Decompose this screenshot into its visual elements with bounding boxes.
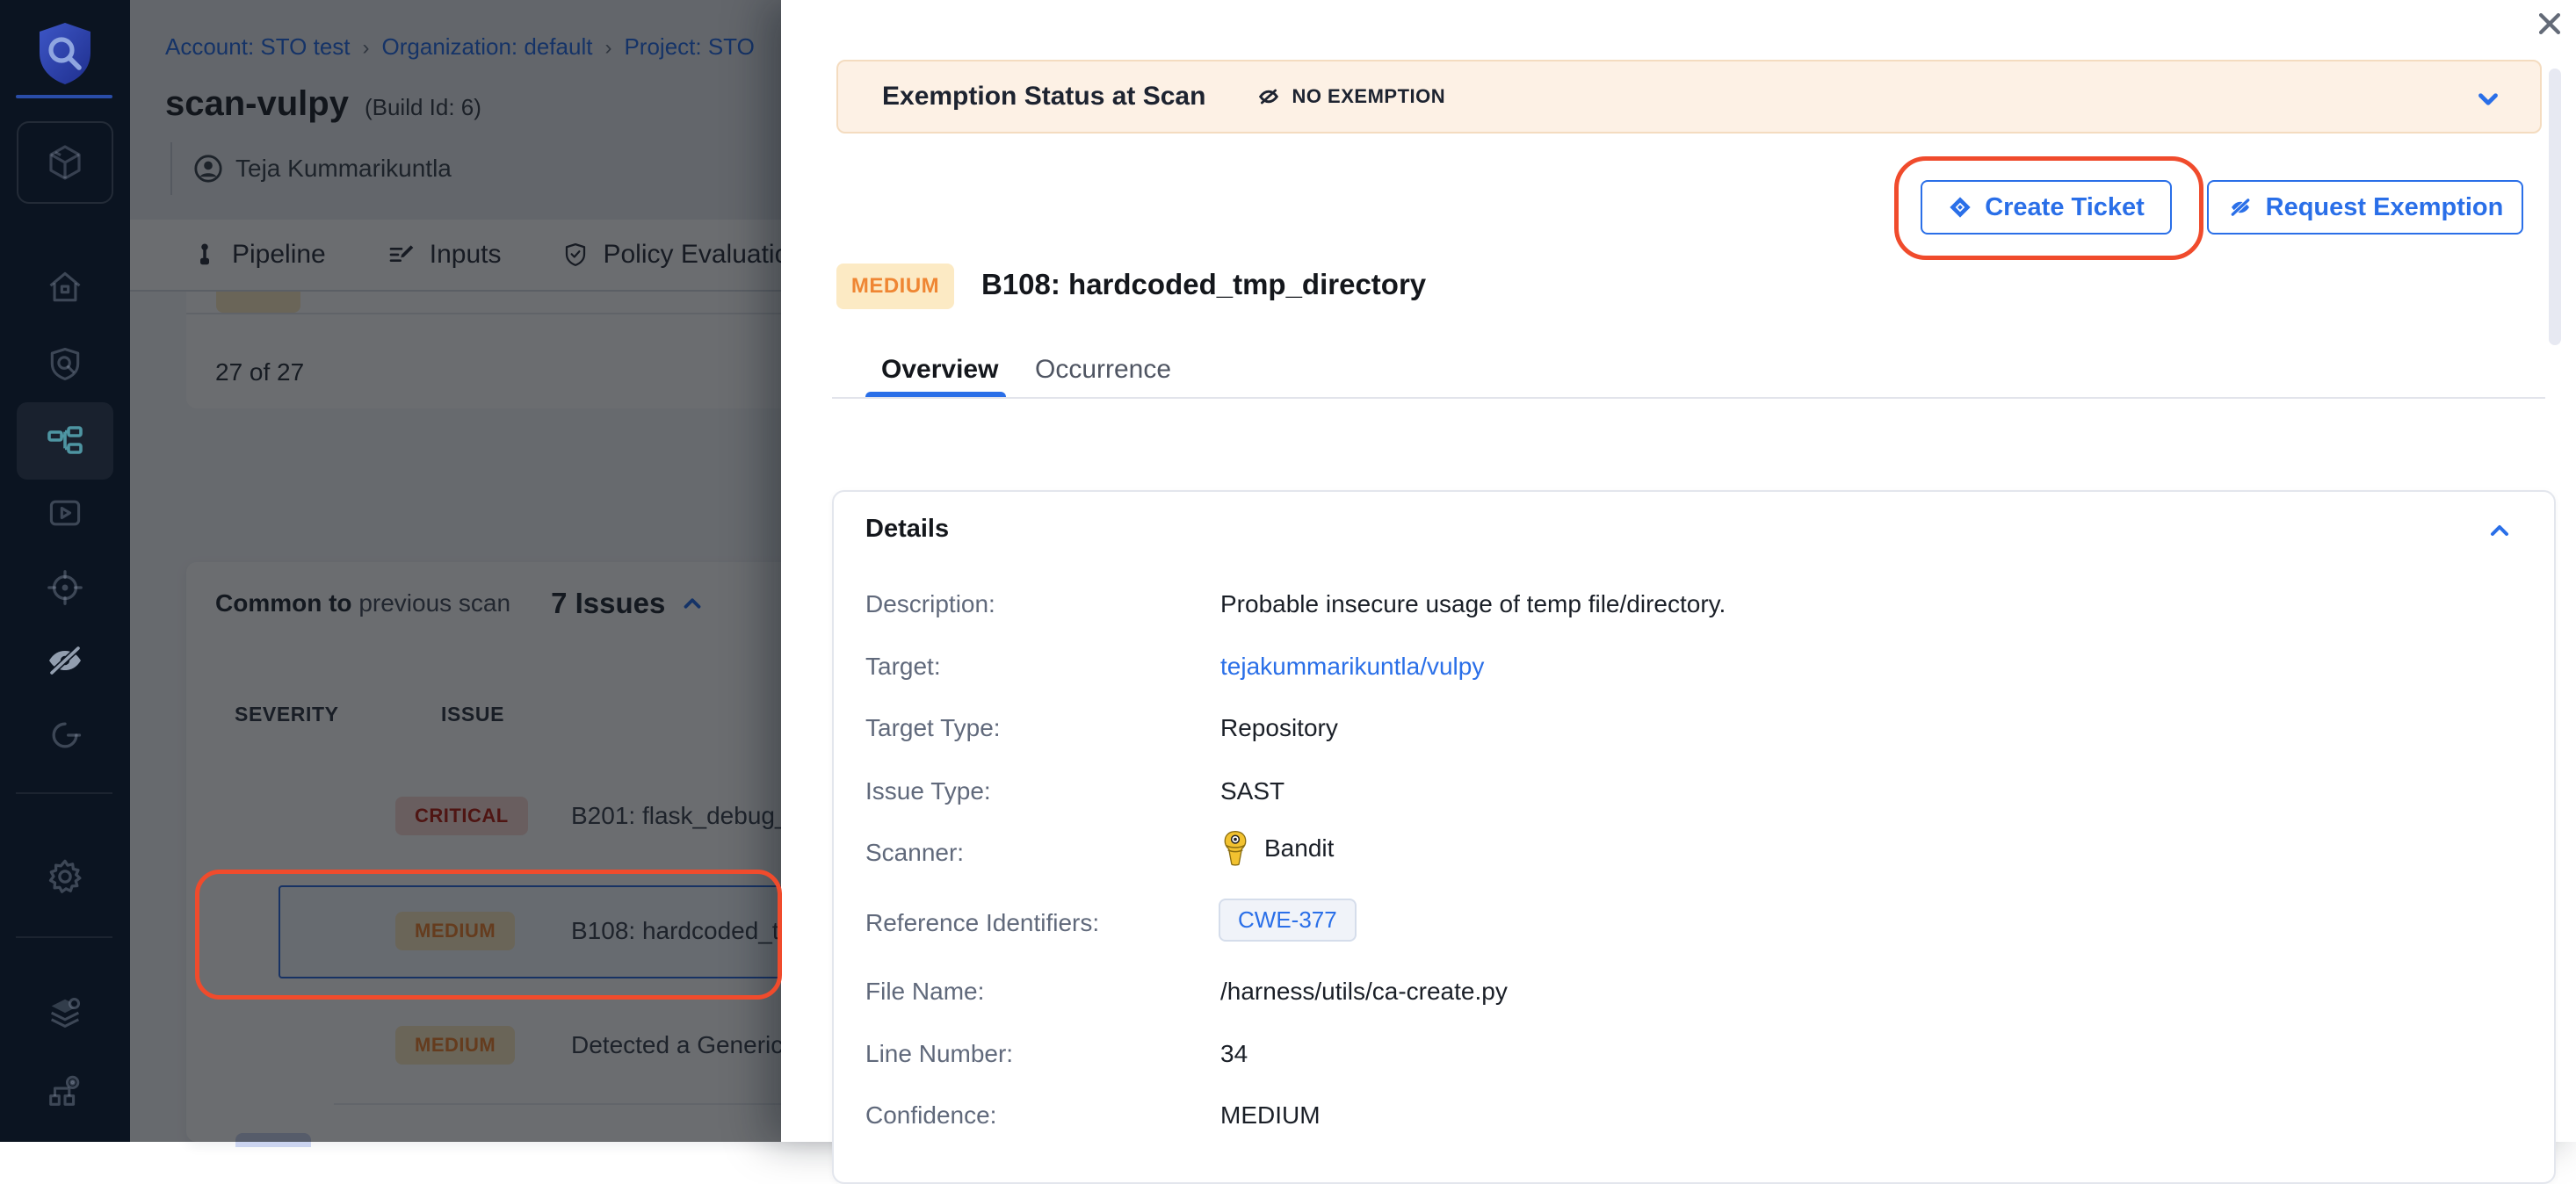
field-label: Issue Type:	[865, 777, 991, 805]
project-layers-settings-icon[interactable]	[0, 994, 130, 1035]
details-card-title: Details	[865, 515, 949, 544]
field-value-file-name: /harness/utils/ca-create.py	[1220, 978, 1508, 1006]
issue-detail-drawer: Exemption Status at Scan NO EXEMPTION Cr…	[781, 0, 2576, 1142]
field-value-target-link[interactable]: tejakummarikuntla/vulpy	[1220, 653, 1484, 681]
field-label: Reference Identifiers:	[865, 909, 1099, 937]
eye-off-icon	[1256, 84, 1281, 109]
left-nav-sidebar	[0, 0, 130, 1142]
exemption-status-label: NO EXEMPTION	[1292, 85, 1445, 108]
scanner-name: Bandit	[1264, 834, 1334, 863]
harness-sto-logo-icon[interactable]	[0, 21, 130, 86]
field-label: Confidence:	[865, 1101, 996, 1130]
details-card: Details Description: Probable insecure u…	[832, 490, 2556, 1184]
get-started-power-icon[interactable]	[0, 716, 130, 754]
field-label: Target:	[865, 653, 941, 681]
issue-title: B108: hardcoded_tmp_directory	[981, 268, 1426, 301]
tab-divider	[832, 397, 2545, 399]
field-label: Scanner:	[865, 839, 964, 867]
severity-badge-medium: MEDIUM	[836, 264, 954, 309]
tab-overview[interactable]: Overview	[881, 355, 998, 385]
settings-gear-icon[interactable]	[0, 856, 130, 897]
request-exemption-label: Request Exemption	[2266, 193, 2504, 222]
org-settings-icon[interactable]	[0, 1070, 130, 1110]
field-value-reference: CWE-377	[1219, 899, 1357, 942]
field-value-line-number: 34	[1220, 1040, 1248, 1068]
sidebar-divider	[16, 95, 112, 98]
nav-divider	[16, 936, 112, 938]
request-exemption-button[interactable]: Request Exemption	[2207, 180, 2523, 235]
close-icon[interactable]	[2535, 9, 2565, 39]
field-label: File Name:	[865, 978, 984, 1006]
field-label: Target Type:	[865, 714, 1001, 742]
create-ticket-label: Create Ticket	[1985, 193, 2145, 222]
nav-divider	[16, 792, 112, 794]
field-value-issue-type: SAST	[1220, 777, 1284, 805]
field-value-confidence: MEDIUM	[1220, 1101, 1321, 1130]
exemption-status-banner: Exemption Status at Scan NO EXEMPTION	[836, 60, 2542, 134]
pipelines-icon[interactable]	[0, 420, 130, 462]
field-value-scanner: Bandit	[1220, 830, 1334, 867]
tab-occurrence[interactable]: Occurrence	[1035, 355, 1171, 385]
bandit-scanner-icon	[1220, 830, 1250, 867]
create-ticket-button[interactable]: Create Ticket	[1921, 180, 2172, 235]
eye-off-icon	[2227, 194, 2254, 220]
home-icon[interactable]	[0, 268, 130, 307]
executions-icon[interactable]	[0, 494, 130, 532]
field-label: Line Number:	[865, 1040, 1013, 1068]
banner-chevron-down-icon[interactable]	[2473, 84, 2503, 114]
shield-search-icon[interactable]	[0, 344, 130, 383]
jira-diamond-icon	[1948, 195, 1972, 220]
field-value-target-type: Repository	[1220, 714, 1338, 742]
field-label: Description:	[865, 590, 995, 618]
field-value-description: Probable insecure usage of temp file/dir…	[1220, 590, 1726, 618]
scrollbar-thumb[interactable]	[2549, 69, 2561, 345]
exemption-status: NO EXEMPTION	[1256, 84, 1445, 109]
cwe-chip[interactable]: CWE-377	[1219, 899, 1357, 942]
exemptions-eye-off-icon[interactable]	[0, 639, 130, 682]
details-collapse-chevron-up-icon[interactable]	[2486, 516, 2514, 545]
module-selector-cube-icon[interactable]	[17, 121, 113, 204]
banner-title: Exemption Status at Scan	[882, 82, 1205, 112]
test-targets-icon[interactable]	[0, 567, 130, 608]
